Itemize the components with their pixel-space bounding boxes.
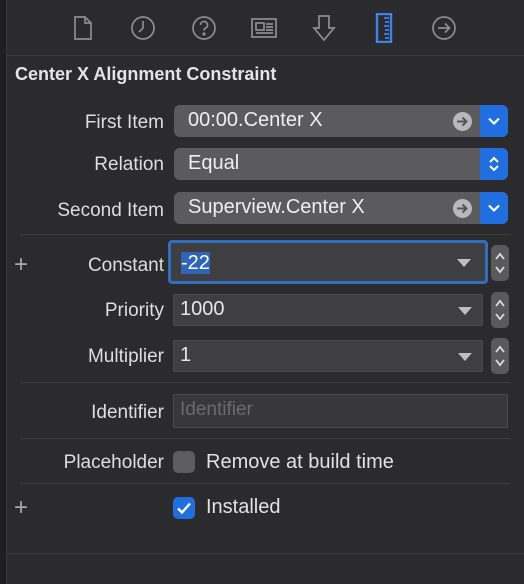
relation-value: Equal xyxy=(188,152,240,174)
identity-icon[interactable] xyxy=(249,12,279,44)
identifier-input[interactable] xyxy=(180,399,500,421)
remove-at-build-time-checkbox[interactable] xyxy=(173,451,195,473)
chevron-down-icon[interactable] xyxy=(480,105,508,137)
installed-label[interactable]: Installed xyxy=(206,496,281,519)
divider xyxy=(20,234,510,235)
multiplier-combo[interactable]: 1 xyxy=(173,340,483,372)
constant-value: -22 xyxy=(181,252,210,274)
checkmark-icon xyxy=(177,502,191,515)
multiplier-label: Multiplier xyxy=(87,346,164,367)
bottom-divider xyxy=(6,553,524,554)
identifier-field[interactable] xyxy=(173,394,508,428)
relation-label: Relation xyxy=(94,154,164,175)
constant-label: Constant xyxy=(87,255,164,276)
go-arrow-icon[interactable] xyxy=(453,112,472,131)
constant-stepper[interactable] xyxy=(491,245,509,281)
priority-value: 1000 xyxy=(180,298,225,320)
constant-combo[interactable]: -22 xyxy=(168,240,488,284)
identifier-label: Identifier xyxy=(91,402,164,423)
second-item-value: Superview.Center X xyxy=(188,196,365,218)
add-variation-plus-icon[interactable]: + xyxy=(14,253,28,277)
add-installed-variation-plus-icon[interactable]: + xyxy=(14,496,28,520)
inspector-toolbar xyxy=(6,0,524,56)
updown-chevron-icon[interactable] xyxy=(480,148,508,180)
placeholder-label: Placeholder xyxy=(63,452,164,473)
file-icon[interactable] xyxy=(68,12,98,44)
relation-popup[interactable]: Equal xyxy=(174,148,508,180)
first-item-value: 00:00.Center X xyxy=(188,109,323,131)
second-item-label: Second Item xyxy=(57,200,164,221)
triangle-down-icon[interactable] xyxy=(457,259,471,267)
priority-label: Priority xyxy=(104,300,164,321)
triangle-down-icon[interactable] xyxy=(458,307,472,315)
help-icon[interactable] xyxy=(189,12,219,44)
chevron-down-icon[interactable] xyxy=(480,192,508,224)
connections-icon[interactable] xyxy=(429,12,459,44)
first-item-popup[interactable]: 00:00.Center X xyxy=(174,105,508,137)
go-arrow-icon[interactable] xyxy=(453,199,472,218)
divider xyxy=(20,382,510,383)
multiplier-stepper[interactable] xyxy=(491,338,509,374)
history-icon[interactable] xyxy=(128,12,158,44)
priority-combo[interactable]: 1000 xyxy=(173,294,483,326)
window-left-edge xyxy=(0,0,7,584)
divider xyxy=(20,438,510,439)
size-ruler-icon[interactable] xyxy=(369,12,399,44)
multiplier-value: 1 xyxy=(180,344,192,366)
triangle-down-icon[interactable] xyxy=(458,353,472,361)
remove-at-build-time-label[interactable]: Remove at build time xyxy=(206,451,394,474)
priority-stepper[interactable] xyxy=(491,292,509,328)
attributes-icon[interactable] xyxy=(309,12,339,44)
panel-title: Center X Alignment Constraint xyxy=(15,64,277,84)
first-item-label: First Item xyxy=(84,112,164,133)
second-item-popup[interactable]: Superview.Center X xyxy=(174,192,508,224)
divider xyxy=(20,483,510,484)
installed-checkbox[interactable] xyxy=(173,497,195,519)
